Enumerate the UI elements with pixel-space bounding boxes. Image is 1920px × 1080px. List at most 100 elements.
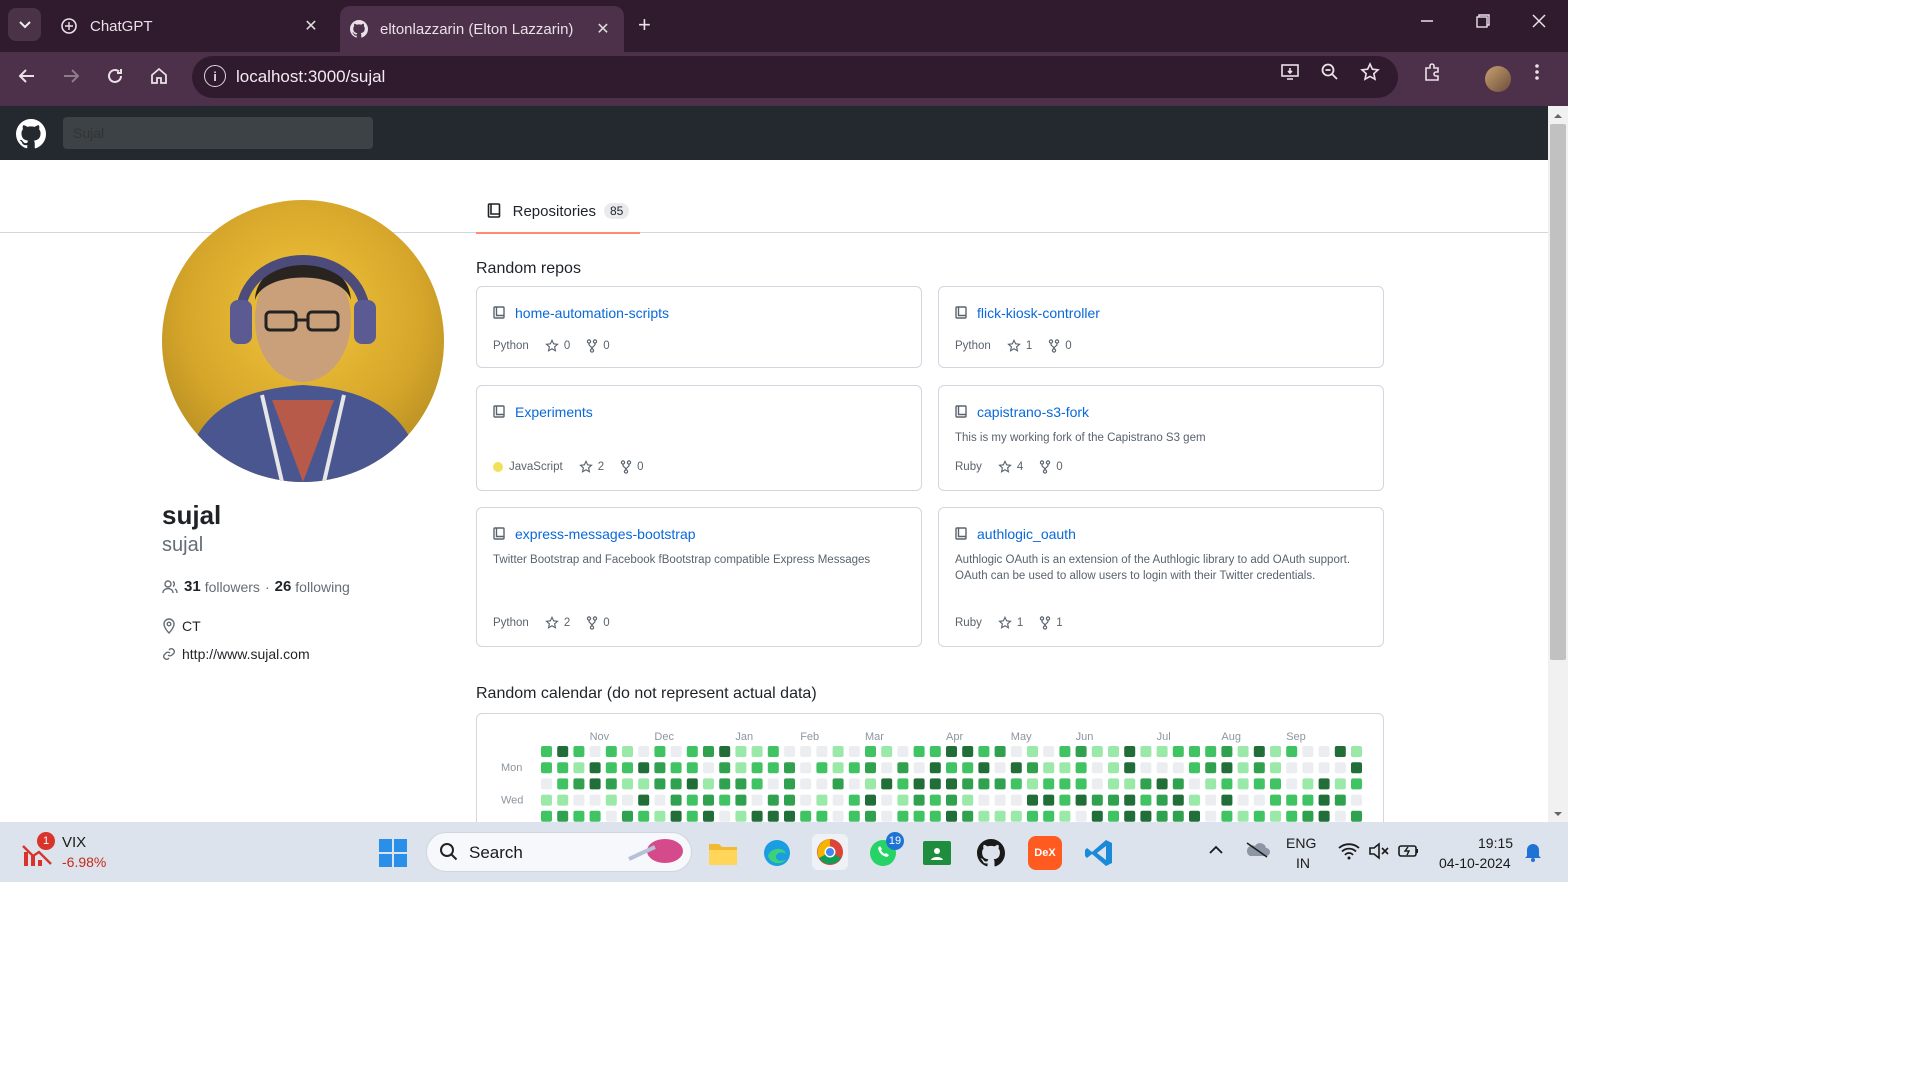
calendar-day-cell[interactable] [541, 762, 552, 774]
calendar-day-cell[interactable] [1237, 762, 1249, 774]
calendar-day-cell[interactable] [832, 778, 844, 790]
calendar-day-cell[interactable] [1172, 778, 1184, 790]
calendar-day-cell[interactable] [800, 746, 812, 757]
battery-charging-icon[interactable] [1398, 842, 1420, 865]
calendar-day-cell[interactable] [1156, 794, 1168, 806]
calendar-day-cell[interactable] [978, 778, 990, 790]
calendar-day-cell[interactable] [962, 746, 974, 757]
calendar-day-cell[interactable] [1205, 746, 1217, 757]
calendar-day-cell[interactable] [784, 778, 795, 790]
calendar-day-cell[interactable] [751, 778, 763, 790]
calendar-day-cell[interactable] [670, 746, 682, 757]
calendar-day-cell[interactable] [929, 746, 941, 757]
calendar-day-cell[interactable] [1027, 746, 1038, 757]
repo-forks[interactable]: 0 [620, 460, 644, 474]
profile-avatar[interactable] [1485, 66, 1511, 92]
calendar-day-cell[interactable] [1156, 746, 1168, 757]
calendar-day-cell[interactable] [719, 794, 731, 806]
calendar-day-cell[interactable] [1221, 794, 1233, 806]
calendar-day-cell[interactable] [557, 810, 569, 822]
calendar-day-cell[interactable] [1253, 762, 1265, 774]
calendar-day-cell[interactable] [605, 778, 617, 790]
calendar-day-cell[interactable] [816, 746, 828, 757]
calendar-day-cell[interactable] [1124, 778, 1136, 790]
repo-forks[interactable]: 0 [1048, 339, 1072, 353]
calendar-day-cell[interactable] [1140, 778, 1152, 790]
calendar-day-cell[interactable] [1351, 810, 1362, 822]
calendar-day-cell[interactable] [1318, 762, 1330, 774]
menu-kebab-icon[interactable] [1534, 62, 1540, 88]
calendar-day-cell[interactable] [1318, 810, 1330, 822]
calendar-day-cell[interactable] [1351, 794, 1362, 806]
calendar-day-cell[interactable] [1059, 778, 1071, 790]
github-desktop-icon[interactable] [974, 836, 1008, 870]
calendar-day-cell[interactable] [929, 762, 941, 774]
calendar-day-cell[interactable] [622, 762, 633, 774]
calendar-day-cell[interactable] [1270, 762, 1281, 774]
calendar-day-cell[interactable] [1334, 778, 1346, 790]
calendar-day-cell[interactable] [913, 794, 925, 806]
repo-name[interactable]: flick-kiosk-controller [977, 305, 1100, 321]
file-explorer-icon[interactable] [706, 836, 740, 870]
calendar-day-cell[interactable] [686, 778, 698, 790]
repo-name[interactable]: express-messages-bootstrap [515, 526, 696, 542]
calendar-day-cell[interactable] [1124, 794, 1136, 806]
website-link[interactable]: http://www.sujal.com [182, 646, 310, 662]
volume-muted-icon[interactable] [1368, 842, 1390, 865]
install-app-icon[interactable] [1280, 62, 1300, 88]
chrome-icon[interactable] [812, 834, 848, 870]
calendar-day-cell[interactable] [767, 810, 779, 822]
calendar-day-cell[interactable] [1253, 810, 1265, 822]
calendar-day-cell[interactable] [670, 778, 682, 790]
calendar-day-cell[interactable] [751, 794, 763, 806]
calendar-day-cell[interactable] [1221, 778, 1233, 790]
calendar-day-cell[interactable] [816, 762, 828, 774]
calendar-day-cell[interactable] [541, 810, 552, 822]
calendar-day-cell[interactable] [1189, 762, 1200, 774]
calendar-day-cell[interactable] [1253, 746, 1265, 757]
calendar-day-cell[interactable] [1156, 810, 1168, 822]
calendar-day-cell[interactable] [1334, 762, 1346, 774]
calendar-day-cell[interactable] [946, 794, 957, 806]
minimize-icon[interactable] [1420, 12, 1434, 33]
calendar-day-cell[interactable] [605, 746, 617, 757]
calendar-day-cell[interactable] [767, 762, 779, 774]
calendar-day-cell[interactable] [1059, 810, 1071, 822]
calendar-day-cell[interactable] [913, 810, 925, 822]
calendar-day-cell[interactable] [622, 794, 633, 806]
calendar-day-cell[interactable] [946, 810, 957, 822]
calendar-day-cell[interactable] [557, 762, 569, 774]
followers-label[interactable]: followers [205, 579, 260, 595]
calendar-day-cell[interactable] [573, 762, 585, 774]
calendar-day-cell[interactable] [751, 762, 763, 774]
calendar-day-cell[interactable] [605, 810, 617, 822]
calendar-day-cell[interactable] [1108, 794, 1119, 806]
following-count[interactable]: 26 [275, 578, 292, 595]
calendar-day-cell[interactable] [1205, 810, 1217, 822]
calendar-day-cell[interactable] [1189, 778, 1200, 790]
calendar-day-cell[interactable] [1075, 810, 1087, 822]
calendar-day-cell[interactable] [1172, 794, 1184, 806]
calendar-day-cell[interactable] [865, 810, 876, 822]
edge-icon[interactable] [760, 836, 794, 870]
calendar-day-cell[interactable] [1237, 778, 1249, 790]
calendar-day-cell[interactable] [703, 762, 714, 774]
calendar-day-cell[interactable] [605, 794, 617, 806]
calendar-day-cell[interactable] [994, 762, 1006, 774]
calendar-day-cell[interactable] [1334, 810, 1346, 822]
calendar-day-cell[interactable] [541, 794, 552, 806]
calendar-day-cell[interactable] [1156, 762, 1168, 774]
calendar-day-cell[interactable] [1043, 810, 1055, 822]
calendar-day-cell[interactable] [848, 762, 860, 774]
calendar-day-cell[interactable] [557, 746, 569, 757]
calendar-day-cell[interactable] [881, 746, 893, 757]
calendar-day-cell[interactable] [1351, 762, 1362, 774]
calendar-day-cell[interactable] [897, 794, 909, 806]
calendar-day-cell[interactable] [751, 746, 763, 757]
calendar-day-cell[interactable] [686, 746, 698, 757]
calendar-day-cell[interactable] [897, 810, 909, 822]
url-text[interactable]: localhost:3000/sujal [236, 67, 385, 87]
calendar-day-cell[interactable] [541, 746, 552, 757]
repo-title[interactable]: Experiments [493, 404, 593, 420]
clock-date[interactable]: 04-10-2024 [1439, 854, 1511, 873]
